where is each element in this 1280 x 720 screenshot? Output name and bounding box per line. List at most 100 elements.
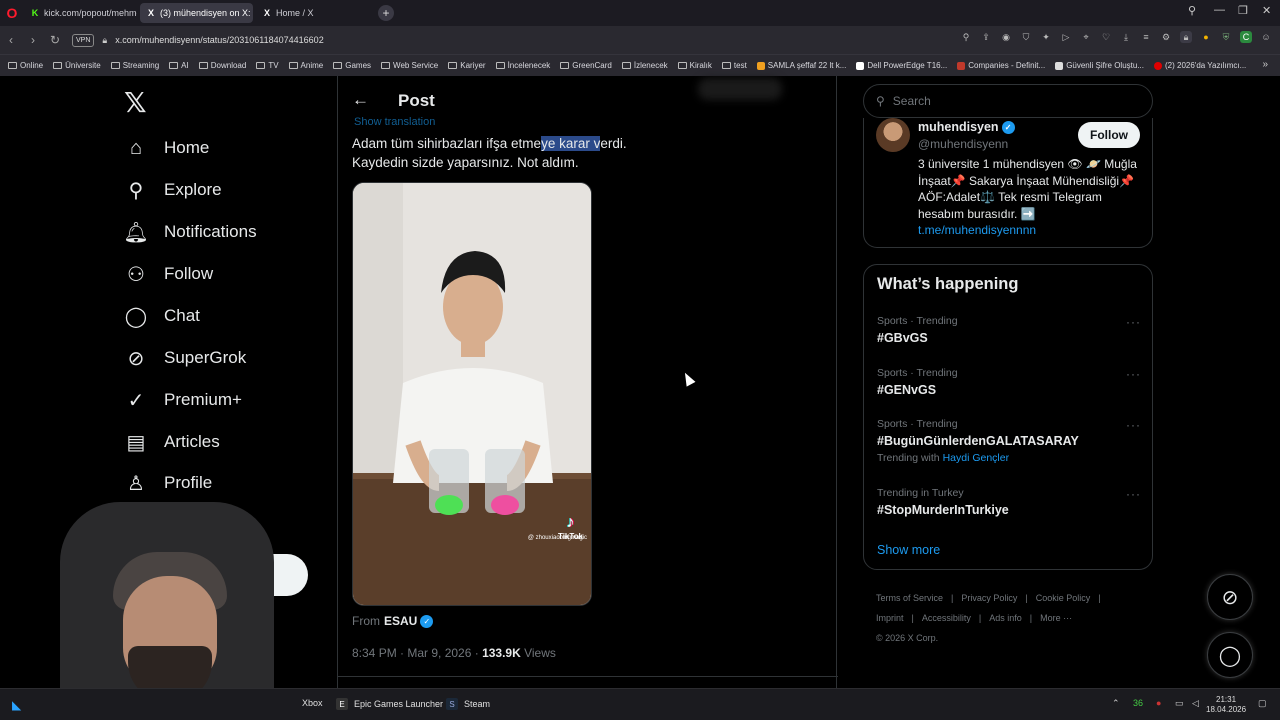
footer-link[interactable]: Privacy Policy: [961, 593, 1017, 603]
follow-button[interactable]: Follow: [1078, 122, 1140, 148]
bookmark-link[interactable]: Companies - Definit...: [957, 61, 1045, 70]
nav-item-chat[interactable]: ◯ Chat: [124, 296, 200, 336]
zoom-icon[interactable]: ⚲: [960, 31, 972, 43]
chrome-ext-icon[interactable]: ●: [1200, 31, 1212, 43]
tray-app-icon[interactable]: ●: [1156, 698, 1161, 708]
account-icon[interactable]: ☺: [1260, 31, 1272, 43]
shield-icon[interactable]: ⛉: [1020, 31, 1032, 43]
volume-icon[interactable]: ◁: [1192, 698, 1199, 709]
close-window-icon[interactable]: ✕: [1262, 4, 1271, 17]
maximize-icon[interactable]: ❐: [1238, 4, 1248, 17]
bookmark-folder[interactable]: Web Service: [381, 61, 438, 70]
start-icon[interactable]: ◣: [12, 698, 21, 712]
taskbar-app-epic[interactable]: E Epic Games Launcher: [336, 698, 443, 710]
taskbar-app-xbox[interactable]: Xbox: [302, 698, 323, 708]
avatar[interactable]: [876, 118, 910, 152]
footer-link[interactable]: Imprint: [876, 613, 904, 623]
bookmark-folder[interactable]: GreenCard: [560, 61, 612, 70]
trend-item[interactable]: Sports · Trending #GBvGS ···: [877, 315, 1141, 345]
tab-home[interactable]: X Home / X: [256, 3, 369, 23]
profile-handle[interactable]: @muhendisyenn: [918, 137, 1008, 151]
nav-item-follow[interactable]: ⚇ Follow: [124, 254, 213, 294]
footer-link[interactable]: Terms of Service: [876, 593, 943, 603]
download-icon[interactable]: ⤓: [1120, 31, 1132, 43]
play-icon[interactable]: ▷: [1060, 31, 1072, 43]
menu-icon[interactable]: ≡: [1140, 31, 1152, 43]
bookmark-folder[interactable]: Online: [8, 61, 43, 70]
url-field[interactable]: x.com/muhendisyenn/status/20310611840744…: [115, 35, 324, 45]
footer-link[interactable]: More ···: [1040, 613, 1072, 623]
trend-item[interactable]: Sports · Trending #BugünGünlerdenGALATAS…: [877, 418, 1141, 464]
nav-item-supergrok[interactable]: ⊘ SuperGrok: [124, 338, 247, 378]
bookmark-folder[interactable]: İzlenecek: [621, 61, 668, 70]
forward-icon[interactable]: ›: [22, 29, 44, 51]
bookmark-link[interactable]: SAMLA şeffaf 22 lt k...: [756, 61, 846, 70]
bookmark-link[interactable]: (2) 2026'da Yazılımcı...: [1154, 61, 1246, 70]
tab-current-post[interactable]: X (3) mühendisyen on X: "A ✕: [140, 3, 253, 23]
more-options-icon[interactable]: ···: [1126, 315, 1141, 329]
camera-icon[interactable]: ◉: [1000, 31, 1012, 43]
bookmark-folder[interactable]: Download: [198, 61, 246, 70]
share-icon[interactable]: ⇪: [980, 31, 992, 43]
post-timestamp[interactable]: 8:34 PM · Mar 9, 2026 ·: [352, 646, 482, 660]
bookmark-folder[interactable]: Anime: [288, 61, 323, 70]
more-bookmarks-icon[interactable]: »: [1262, 59, 1268, 70]
new-tab-button[interactable]: +: [378, 5, 394, 21]
bookmark-link[interactable]: Güvenli Şifre Oluştu...: [1055, 61, 1144, 70]
tools-icon[interactable]: ⚙: [1160, 31, 1172, 43]
notifications-icon[interactable]: ▢: [1258, 698, 1267, 709]
nav-item-articles[interactable]: ▤ Articles: [124, 422, 220, 462]
trend-item[interactable]: Trending in Turkey #StopMurderInTurkiye …: [877, 487, 1141, 517]
bookmark-folder[interactable]: Kariyer: [448, 61, 486, 70]
minimize-icon[interactable]: —: [1214, 4, 1225, 16]
footer-link[interactable]: Cookie Policy: [1036, 593, 1091, 603]
profile-lock-icon[interactable]: 🔒︎: [1180, 31, 1192, 43]
x-logo-icon[interactable]: 𝕏: [124, 86, 147, 119]
tab-kick[interactable]: K kick.com/popout/mehme: [24, 3, 137, 23]
tray-expand-icon[interactable]: ⌃: [1112, 698, 1120, 709]
shield-ext-icon[interactable]: ⛨: [1220, 31, 1232, 43]
show-translation-link[interactable]: Show translation: [354, 116, 435, 128]
vpn-badge[interactable]: VPN: [72, 33, 95, 47]
bookmark-folder[interactable]: Kiralık: [677, 61, 712, 70]
bookmark-folder[interactable]: TV: [256, 61, 279, 70]
taskbar-clock[interactable]: 21:31 18.04.2026: [1206, 695, 1246, 715]
bookmark-folder[interactable]: AI: [169, 61, 189, 70]
bio-link[interactable]: t.me/muhendisyennnn: [918, 223, 1036, 237]
source-name[interactable]: ESAU: [384, 614, 417, 628]
lock-icon[interactable]: 🔒︎: [102, 35, 107, 46]
bookmark-folder[interactable]: Streaming: [110, 61, 159, 70]
taskbar-app-steam[interactable]: S Steam: [446, 698, 490, 710]
profile-name[interactable]: muhendisyen ✓: [918, 120, 1015, 134]
back-arrow-icon[interactable]: ←: [352, 90, 369, 110]
extension-icon[interactable]: ✦: [1040, 31, 1052, 43]
heart-icon[interactable]: ♡: [1100, 31, 1112, 43]
search-tabs-icon[interactable]: ⚲: [1188, 4, 1196, 17]
nav-item-explore[interactable]: ⚲ Explore: [124, 170, 222, 210]
nav-item-premium[interactable]: ✓ Premium+: [124, 380, 242, 420]
bookmark-folder[interactable]: İncelenecek: [495, 61, 550, 70]
nav-item-notifications[interactable]: 🔔︎ Notifications: [123, 212, 256, 252]
reload-icon[interactable]: ↻: [44, 29, 66, 51]
trend-item[interactable]: Sports · Trending #GENvGS ···: [877, 367, 1141, 397]
bookmark-folder[interactable]: Games: [333, 61, 371, 70]
footer-link[interactable]: Ads info: [989, 613, 1022, 623]
green-ext-icon[interactable]: C: [1240, 31, 1252, 43]
search-input[interactable]: [892, 94, 1133, 108]
opera-logo-icon[interactable]: O: [0, 0, 24, 26]
bookmark-folder[interactable]: test: [721, 61, 747, 70]
search-box[interactable]: ⚲: [863, 84, 1153, 118]
more-options-icon[interactable]: ···: [1126, 367, 1141, 381]
show-more-link[interactable]: Show more: [877, 543, 940, 557]
grok-fab-button[interactable]: ⊘: [1207, 574, 1253, 620]
bookmark-folder[interactable]: Üniversite: [53, 61, 101, 70]
post-video[interactable]: ♪ TikTok @ zhouxiaobingmagic: [352, 182, 592, 606]
more-options-icon[interactable]: ···: [1126, 418, 1141, 432]
footer-link[interactable]: Accessibility: [922, 613, 971, 623]
tray-count[interactable]: 36: [1133, 698, 1143, 708]
nav-item-home[interactable]: ⌂ Home: [124, 128, 209, 168]
trending-with-link[interactable]: Haydi Gençler: [943, 452, 1010, 464]
network-icon[interactable]: ▭: [1175, 698, 1184, 709]
more-options-icon[interactable]: ···: [1126, 487, 1141, 501]
pin-icon[interactable]: ⌖: [1080, 31, 1092, 43]
